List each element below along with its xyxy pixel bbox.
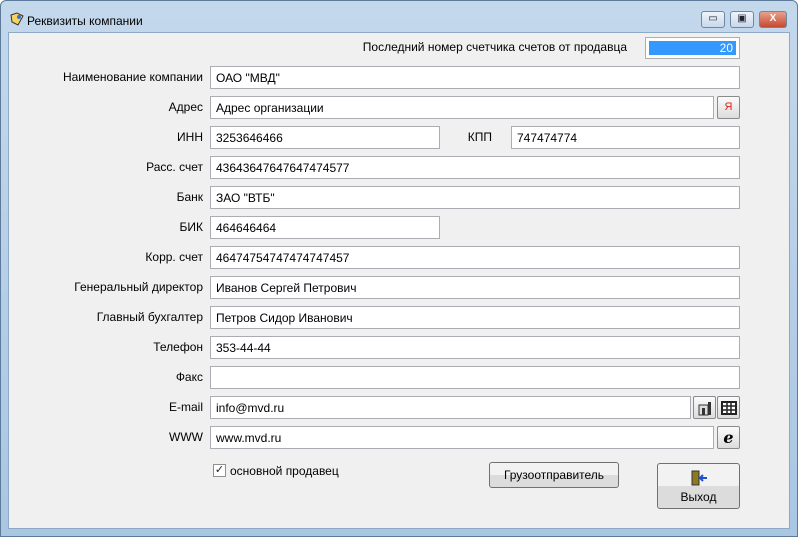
maximize-button[interactable]: ▣ [730, 11, 754, 28]
bank-label: Банк [176, 190, 203, 204]
open-browser-button[interactable]: e [717, 426, 740, 449]
table-icon [720, 401, 737, 415]
close-button[interactable]: X [759, 11, 787, 28]
counter-value: 20 [649, 41, 736, 55]
bik-label: БИК [179, 220, 204, 234]
director-label: Генеральный директор [74, 280, 203, 294]
www-input[interactable]: www.mvd.ru [210, 426, 714, 449]
main-seller-checkbox[interactable]: ✓ [213, 464, 226, 477]
phone-label: Телефон [153, 340, 203, 354]
kpp-label: КПП [467, 130, 492, 144]
address-book-button[interactable] [717, 396, 740, 419]
kpp-input[interactable]: 747474774 [511, 126, 740, 149]
mail-client-button[interactable] [693, 396, 716, 419]
account-input[interactable]: 43643647647647474577 [210, 156, 740, 179]
counter-label: Последний номер счетчика счетов от прода… [362, 40, 627, 54]
corr-account-input[interactable]: 46474754747474747457 [210, 246, 740, 269]
address-input[interactable]: Адрес организации [210, 96, 714, 119]
exit-label: Выход [680, 490, 717, 504]
minimize-button[interactable]: ▭ [701, 11, 725, 28]
exit-door-icon [691, 470, 707, 486]
bank-input[interactable]: ЗАО "ВТБ" [210, 186, 740, 209]
name-input[interactable]: ОАО "МВД" [210, 66, 740, 89]
accountant-label: Главный бухгалтер [96, 310, 203, 324]
fax-input[interactable] [210, 366, 740, 389]
corr-account-label: Корр. счет [145, 250, 203, 264]
bik-input[interactable]: 464646464 [210, 216, 440, 239]
director-input[interactable]: Иванов Сергей Петрович [210, 276, 740, 299]
mailbox-icon [698, 402, 711, 416]
email-input[interactable]: info@mvd.ru [210, 396, 691, 419]
main-seller-label: основной продавец [230, 464, 339, 478]
yandex-map-button[interactable]: Я [717, 96, 740, 119]
www-label: WWW [169, 430, 203, 444]
phone-input[interactable]: 353-44-44 [210, 336, 740, 359]
account-label: Расс. счет [146, 160, 203, 174]
internet-explorer-icon: e [723, 428, 734, 447]
fax-label: Факс [175, 370, 203, 384]
inn-label: ИНН [177, 130, 203, 144]
accountant-input[interactable]: Петров Сидор Иванович [210, 306, 740, 329]
email-label: E-mail [168, 400, 203, 414]
window-title: Реквизиты компании [27, 14, 143, 28]
exit-button[interactable]: Выход [657, 463, 740, 509]
shipper-button[interactable]: Грузоотправитель [489, 462, 619, 488]
name-label: Наименование компании [62, 70, 203, 84]
address-label: Адрес [168, 100, 203, 114]
app-icon [10, 12, 24, 26]
counter-input[interactable]: 20 [645, 37, 740, 59]
